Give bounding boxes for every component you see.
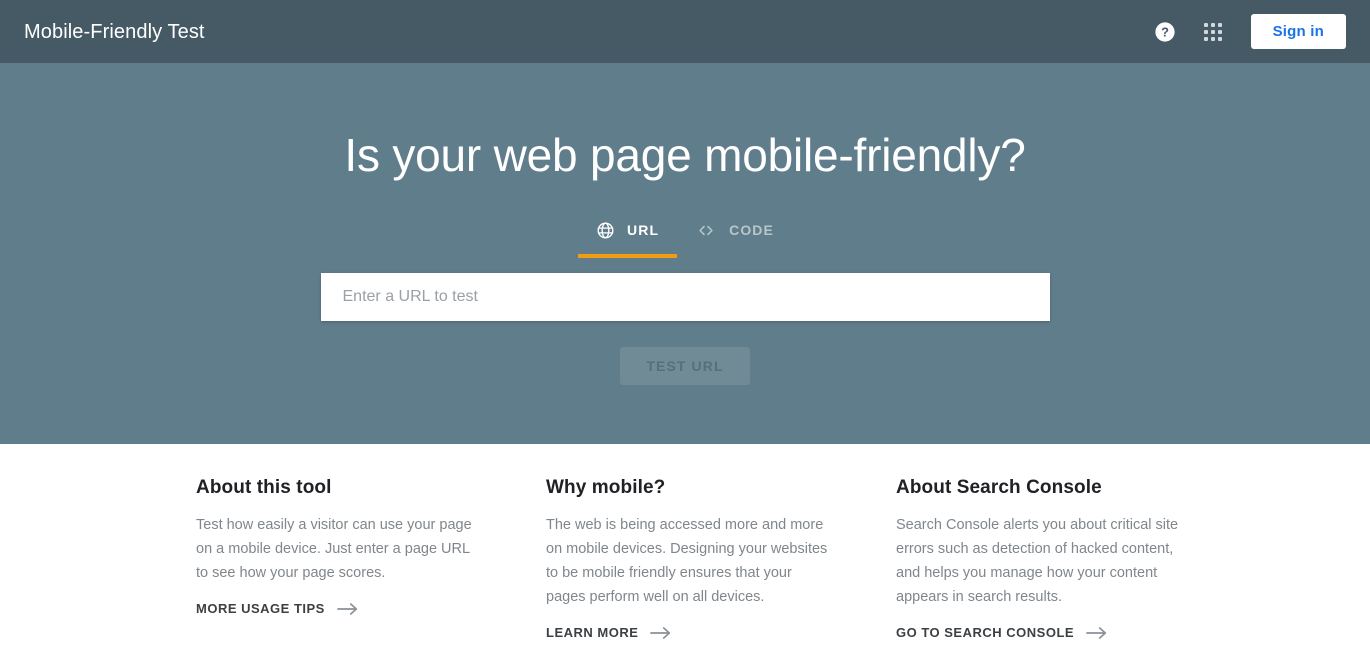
card-why-mobile: Why mobile? The web is being accessed mo… xyxy=(546,477,896,642)
card-about-this-tool: About this tool Test how easily a visito… xyxy=(196,477,546,642)
globe-icon xyxy=(596,221,615,240)
sign-in-button[interactable]: Sign in xyxy=(1250,14,1346,49)
svg-text:?: ? xyxy=(1161,24,1169,39)
card-about-search-console: About Search Console Search Console aler… xyxy=(896,477,1216,642)
page-title: Mobile-Friendly Test xyxy=(24,20,205,43)
card-link-label: GO TO SEARCH CONSOLE xyxy=(896,625,1075,640)
card-link-label: MORE USAGE TIPS xyxy=(196,601,325,616)
tab-url[interactable]: URL xyxy=(578,214,678,258)
card-body: The web is being accessed more and more … xyxy=(546,517,828,605)
code-brackets-icon xyxy=(695,221,717,240)
card-title: About this tool xyxy=(196,477,332,498)
learn-more-link[interactable]: LEARN MORE xyxy=(546,625,672,640)
card-link-label: LEARN MORE xyxy=(546,625,639,640)
input-mode-tabs: URL CODE xyxy=(578,214,792,258)
hero-section: Is your web page mobile-friendly? URL CO… xyxy=(0,63,1370,444)
help-circle-icon: ? xyxy=(1154,21,1175,42)
card-body: Test how easily a visitor can use your p… xyxy=(196,517,472,581)
app-header: Mobile-Friendly Test ? Sign in xyxy=(0,0,1370,63)
arrow-right-icon xyxy=(650,626,672,640)
info-cards: About this tool Test how easily a visito… xyxy=(0,444,1370,642)
hero-heading: Is your web page mobile-friendly? xyxy=(344,129,1026,181)
card-title: About Search Console xyxy=(896,477,1102,498)
card-body: Search Console alerts you about critical… xyxy=(896,517,1179,605)
help-button[interactable]: ? xyxy=(1141,8,1189,56)
header-actions: ? Sign in xyxy=(1141,8,1346,56)
google-apps-button[interactable] xyxy=(1189,8,1237,56)
tab-url-label: URL xyxy=(627,222,660,239)
apps-grid-icon xyxy=(1203,22,1222,41)
arrow-right-icon xyxy=(1086,626,1108,640)
go-to-search-console-link[interactable]: GO TO SEARCH CONSOLE xyxy=(896,625,1108,640)
more-usage-tips-link[interactable]: MORE USAGE TIPS xyxy=(196,601,359,616)
test-url-button[interactable]: TEST URL xyxy=(620,346,750,385)
arrow-right-icon xyxy=(336,602,359,616)
card-title: Why mobile? xyxy=(546,477,666,498)
tab-code[interactable]: CODE xyxy=(677,214,792,258)
url-input[interactable] xyxy=(320,272,1050,321)
tab-code-label: CODE xyxy=(729,222,774,239)
